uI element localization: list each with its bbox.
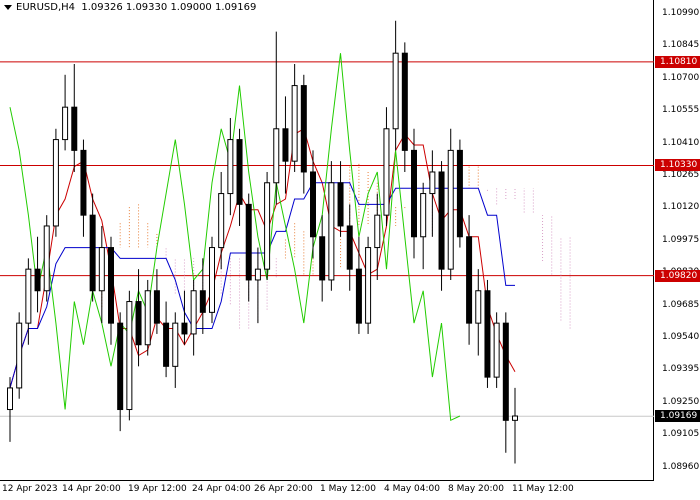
candle-body (291, 85, 298, 162)
candle-body (310, 171, 316, 238)
candle-body (264, 182, 271, 270)
chart-area[interactable]: EURUSD,H4 1.09326 1.09330 1.09000 1.0916… (0, 0, 654, 481)
candle-body (374, 214, 381, 249)
price-tick-label: 1.10265 (662, 170, 700, 180)
candle-body (199, 290, 206, 313)
candle-body (80, 149, 87, 216)
price-level-tag: 1.09820 (655, 269, 700, 282)
price-tick-label: 1.09250 (662, 396, 700, 407)
candle-body (7, 387, 13, 411)
candle-body (300, 85, 307, 173)
price-tick-label: 1.10410 (662, 137, 700, 148)
candle-body (190, 290, 197, 335)
time-tick-label: 26 Apr 20:00 (254, 484, 313, 494)
price-tick-label: 1.09685 (662, 299, 700, 310)
candle-body (319, 236, 326, 281)
candle-body (466, 236, 473, 324)
price-tick-label: 1.10555 (662, 105, 700, 116)
time-tick-label: 4 May 04:00 (384, 484, 440, 494)
ohlc-readout: 1.09326 1.09330 1.09000 1.09169 (81, 2, 257, 13)
candle-body (163, 322, 170, 367)
candle-body (126, 301, 133, 411)
time-tick-label: 8 May 20:00 (448, 484, 504, 494)
price-tick-label: 1.10700 (662, 72, 700, 83)
candle-body (16, 322, 23, 389)
price-tick-label: 1.09540 (662, 332, 700, 342)
candle-body (383, 128, 390, 216)
candle-body (456, 149, 463, 238)
candle-body (218, 193, 225, 249)
candle-body (254, 268, 261, 281)
candle-body (282, 128, 289, 162)
price-tick-label: 1.10990 (662, 8, 700, 18)
candle-body (401, 52, 408, 151)
price-tick-label: 1.10845 (662, 40, 700, 51)
price-tick-label: 1.08960 (662, 461, 700, 472)
current-price-tag: 1.09169 (655, 410, 700, 423)
candle-body (328, 182, 335, 281)
time-tick-label: 11 May 12:00 (512, 484, 574, 494)
candle-body (62, 106, 69, 141)
candle-body (71, 106, 78, 151)
candle-body (447, 149, 454, 270)
candle-body (411, 149, 417, 238)
candle-body (227, 139, 234, 195)
candle-body (273, 128, 280, 184)
candle-body (153, 290, 160, 324)
time-tick-label: 1 May 12:00 (320, 484, 376, 494)
candle-body (209, 247, 215, 313)
candle-body (108, 247, 114, 324)
candle-body (98, 247, 105, 292)
candle-body (365, 247, 372, 324)
candle-body (117, 322, 124, 411)
time-tick-label: 19 Apr 12:00 (128, 484, 187, 494)
candle-body (475, 290, 482, 324)
candle-body (392, 52, 399, 130)
candle-body (438, 171, 445, 270)
candle-body (43, 225, 50, 292)
candle-body (337, 182, 344, 227)
candle-body (34, 268, 41, 292)
symbol-dropdown-icon[interactable] (4, 4, 12, 10)
price-level-tag: 1.10810 (655, 55, 700, 68)
price-level-tag: 1.10330 (655, 159, 700, 172)
candle-body (135, 301, 142, 346)
candle-body (52, 139, 59, 227)
candle-body (236, 139, 243, 205)
time-tick-label: 12 Apr 2023 (2, 484, 58, 494)
candle-body (144, 290, 151, 346)
candle-body (484, 290, 491, 378)
price-tick-label: 1.09105 (662, 429, 700, 440)
candle-body (355, 268, 362, 324)
chart-header: EURUSD,H4 1.09326 1.09330 1.09000 1.0916… (4, 2, 256, 13)
price-tick-label: 1.09975 (662, 234, 700, 245)
time-tick-label: 14 Apr 20:00 (62, 484, 121, 494)
candle-body (181, 322, 188, 335)
candle-body (245, 203, 252, 281)
candle-body (493, 322, 500, 378)
price-tick-label: 1.10120 (662, 202, 700, 213)
candle-body (25, 268, 32, 324)
price-chart[interactable] (0, 0, 654, 481)
candle-body (172, 322, 179, 367)
candle-body (512, 415, 518, 421)
time-tick-label: 24 Apr 04:00 (192, 484, 251, 494)
candle-body (420, 193, 427, 238)
candle-body (429, 171, 436, 195)
candle-body (502, 322, 509, 421)
symbol-label: EURUSD,H4 (16, 2, 76, 13)
candle-body (346, 225, 353, 270)
price-tick-label: 1.09395 (662, 364, 700, 375)
chikou-line (9, 53, 461, 422)
candle-body (89, 214, 96, 292)
